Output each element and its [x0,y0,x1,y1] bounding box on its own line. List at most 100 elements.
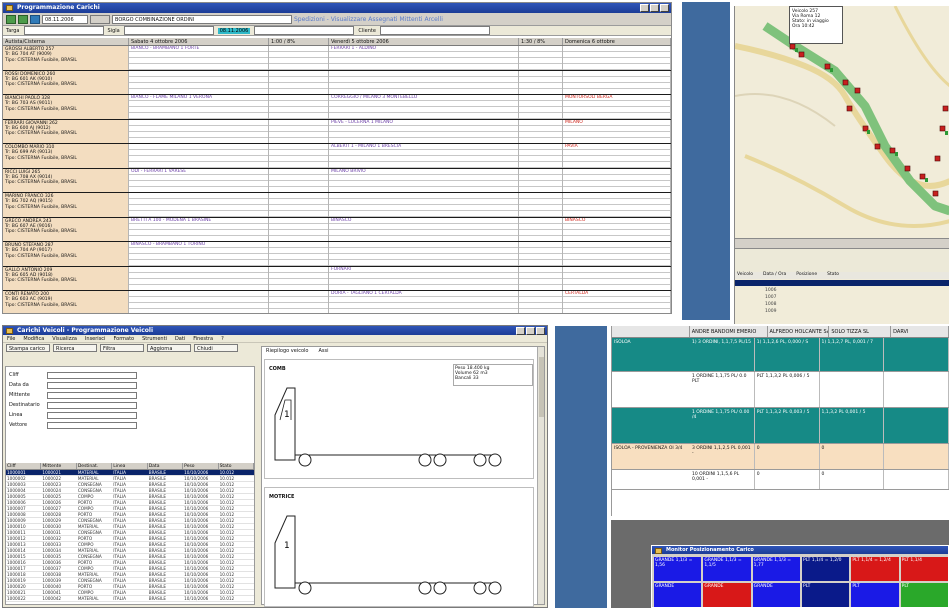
filter-extra-input[interactable] [254,26,355,35]
grid-row[interactable]: MARINO FRANCO 326 Tr: BG 702 AQ (9015) Tip… [3,193,671,218]
print-icon[interactable] [30,14,40,24]
matrix-cell[interactable]: 1) 1,1,2,7 PL, 0,001 / 7 [820,338,885,371]
day1-cell[interactable] [129,266,269,290]
day3-cell[interactable]: BINASCO [563,217,671,241]
axles-label[interactable]: Assi [318,347,328,356]
vertical-scrollbar[interactable] [537,347,544,604]
day3-cell[interactable] [563,168,671,192]
matrix-cell[interactable] [884,470,949,489]
day2-cell[interactable]: CORREGGIO / MILANO 3 MONTEBELLO [329,95,519,119]
driver-cell[interactable]: GALLO ANTONIO 209 Tr: BG 605 AD (9018) Tip… [3,266,129,290]
position-block[interactable]: PLT 1,1/4 = 1,2/0 [801,557,850,581]
position-block[interactable]: GRANDE 1,1/3 = 1,1/5 [703,557,751,581]
load1-cell[interactable] [269,266,329,290]
position-block[interactable]: GRANDE [752,583,800,607]
vehicle-list-item[interactable]: 1008 [765,302,776,307]
grid-row[interactable]: ROSSI DOMENICO 260 Tr: BG 601 AK (9010) Ti… [3,70,671,95]
position-block[interactable]: PLT 1,1/4 = 1,2/4 [851,557,899,581]
date-field[interactable]: 08.11.2006 [42,14,88,24]
matrix-cell[interactable] [884,408,949,443]
load1-cell[interactable] [269,144,329,168]
matrix-cell[interactable] [820,372,885,407]
driver-cell[interactable]: CONTI RENATO 200 Tr: BG 603 AC (9019) Tipo… [3,291,129,313]
toolbar-button[interactable]: Aggiorna [147,344,191,352]
day1-cell[interactable] [129,291,269,313]
day2-cell[interactable]: FORNARI [329,266,519,290]
day1-cell[interactable]: BIANCO - BRAMBANO 1 FORTE [129,46,269,70]
day3-cell[interactable]: MONTORSOLI BERGA [563,95,671,119]
vehicle-list-item[interactable]: 1009 [765,309,776,314]
menu-item[interactable]: Inserisci [85,335,106,342]
filter-cliente-input[interactable] [379,26,490,35]
column-header[interactable]: Data [148,463,184,469]
day1-cell[interactable]: BIANCO - FLAME MILANO 1 VERONA [129,95,269,119]
day2-cell[interactable] [329,242,519,266]
matrix-cell[interactable]: 1,1,3,2 PL 0,001 / 5 [820,408,885,443]
load1-cell[interactable] [269,168,329,192]
matrix-column-header[interactable]: DARVI [891,326,949,337]
shipments-link[interactable]: Spedizioni - Visualizzare Assegnati Mitt… [294,16,443,23]
matrix-row[interactable]: ISOLOA 1) 3 ORDINI, 1,1,7,5 PL/15 1) 1,1,2… [612,338,949,372]
form-input[interactable] [47,391,137,399]
menu-item[interactable]: Modifica [23,335,44,342]
grid-row[interactable]: GROSSI ALBERTO 257 Tr: BG 704 AT (9009) Ti… [3,46,671,71]
menu-item[interactable]: ? [221,335,224,342]
day3-cell[interactable] [563,193,671,217]
matrix-cell[interactable]: 3 ORDINI 1,1,2,5 PL 0,001 - [690,444,755,469]
map-scrollbar[interactable] [735,238,949,248]
load2-cell[interactable] [519,95,563,119]
load1-cell[interactable] [269,291,329,313]
day2-cell[interactable]: MILANO BRIVIO [329,168,519,192]
day3-cell[interactable] [563,242,671,266]
day3-cell[interactable] [563,46,671,70]
day3-cell[interactable]: PAVIA [563,144,671,168]
position-block[interactable]: GRANDE [703,583,751,607]
driver-cell[interactable]: GRECO ANDREA 243 Tr: BG 607 AE (9016) Tipo… [3,217,129,241]
grid-row[interactable]: RICCI LUIGI 265 Tr: BG 708 AX (9014) Tipo:… [3,168,671,193]
refresh-icon[interactable] [18,14,28,24]
load1-cell[interactable] [269,46,329,70]
matrix-cell[interactable]: 1) 1,1,2,6 PL, 0,000 / S [755,338,820,371]
table-row[interactable]: 1000022 1000042 MATERIAL ITALIA BRASILE 10/10… [6,596,254,602]
header-day3[interactable]: Domenica 6 ottobre [563,38,671,45]
position-block[interactable]: PLT [900,583,948,607]
form-input[interactable] [47,401,137,409]
column-header[interactable]: Peso [183,463,219,469]
driver-cell[interactable]: MARINO FRANCO 326 Tr: BG 702 AQ (9015) Tip… [3,193,129,217]
day2-cell[interactable] [329,70,519,94]
menu-item[interactable]: Visualizza [52,335,77,342]
form-input[interactable] [47,371,137,379]
header-day1[interactable]: Sabato 4 ottobre 2006 [129,38,269,45]
matrix-cell[interactable]: 0 [820,470,885,489]
vehicle-summary-label[interactable]: Riepilogo veicolo [266,347,308,356]
day1-cell[interactable]: BINASCO - BRAMBANO 1 TORINO [129,242,269,266]
close-button[interactable] [660,4,669,12]
driver-cell[interactable]: ROSSI DOMENICO 260 Tr: BG 601 AK (9010) Ti… [3,70,129,94]
load2-cell[interactable] [519,242,563,266]
day2-cell[interactable]: FERRARI 1 - ALDINO [329,46,519,70]
calendar-button[interactable] [90,14,110,24]
load1-cell[interactable] [269,119,329,143]
grid-row[interactable]: BRUNO STEFANO 287 Tr: BG 704 AP (9017) Tip… [3,242,671,267]
menu-item[interactable]: Formato [113,335,134,342]
menu-item[interactable]: Finestra [193,335,213,342]
position-block[interactable]: GRANDE 1,1/3 = 1,56 [654,557,702,581]
toolbar-button[interactable]: Ricerca [53,344,97,352]
vehicle-card-comb[interactable]: COMB Peso 18.400 kg Volume 62 m3 Bancali… [264,359,534,479]
grid-row[interactable]: CONTI RENATO 200 Tr: BG 603 AC (9019) Tipo… [3,291,671,313]
menu-item[interactable]: Strumenti [142,335,167,342]
matrix-cell[interactable]: 1 ORDINE 1,1,75 PL/ 0.00 /4 [690,408,755,443]
vehicle-list-item[interactable]: 1007 [765,295,776,300]
column-header[interactable]: Linea [112,463,148,469]
toolbar-button[interactable]: Chiudi [194,344,238,352]
list-header-datetime[interactable]: Data / Ora [763,272,786,279]
column-header[interactable]: Cliff [6,463,42,469]
matrix-cell[interactable]: 1) 3 ORDINI, 1,1,7,5 PL/15 [690,338,755,371]
matrix-row[interactable]: 1 ORDINE 1,1,75 PL/ 0.0 PLT PLT 1,1,3,2 P… [612,372,949,408]
matrix-row[interactable]: ISOLOA - PROVENIENZA OI 3/4 3 ORDINI 1,1,… [612,444,949,470]
day2-cell[interactable]: DORIA - TAGLIANO 1 CERTALDA [329,291,519,313]
toolbar-button[interactable]: Stampa carico [6,344,50,352]
header-load1[interactable]: 1:00 / 8% [269,38,329,45]
position-block[interactable]: GRANDE [654,583,702,607]
matrix-cell[interactable] [884,338,949,371]
